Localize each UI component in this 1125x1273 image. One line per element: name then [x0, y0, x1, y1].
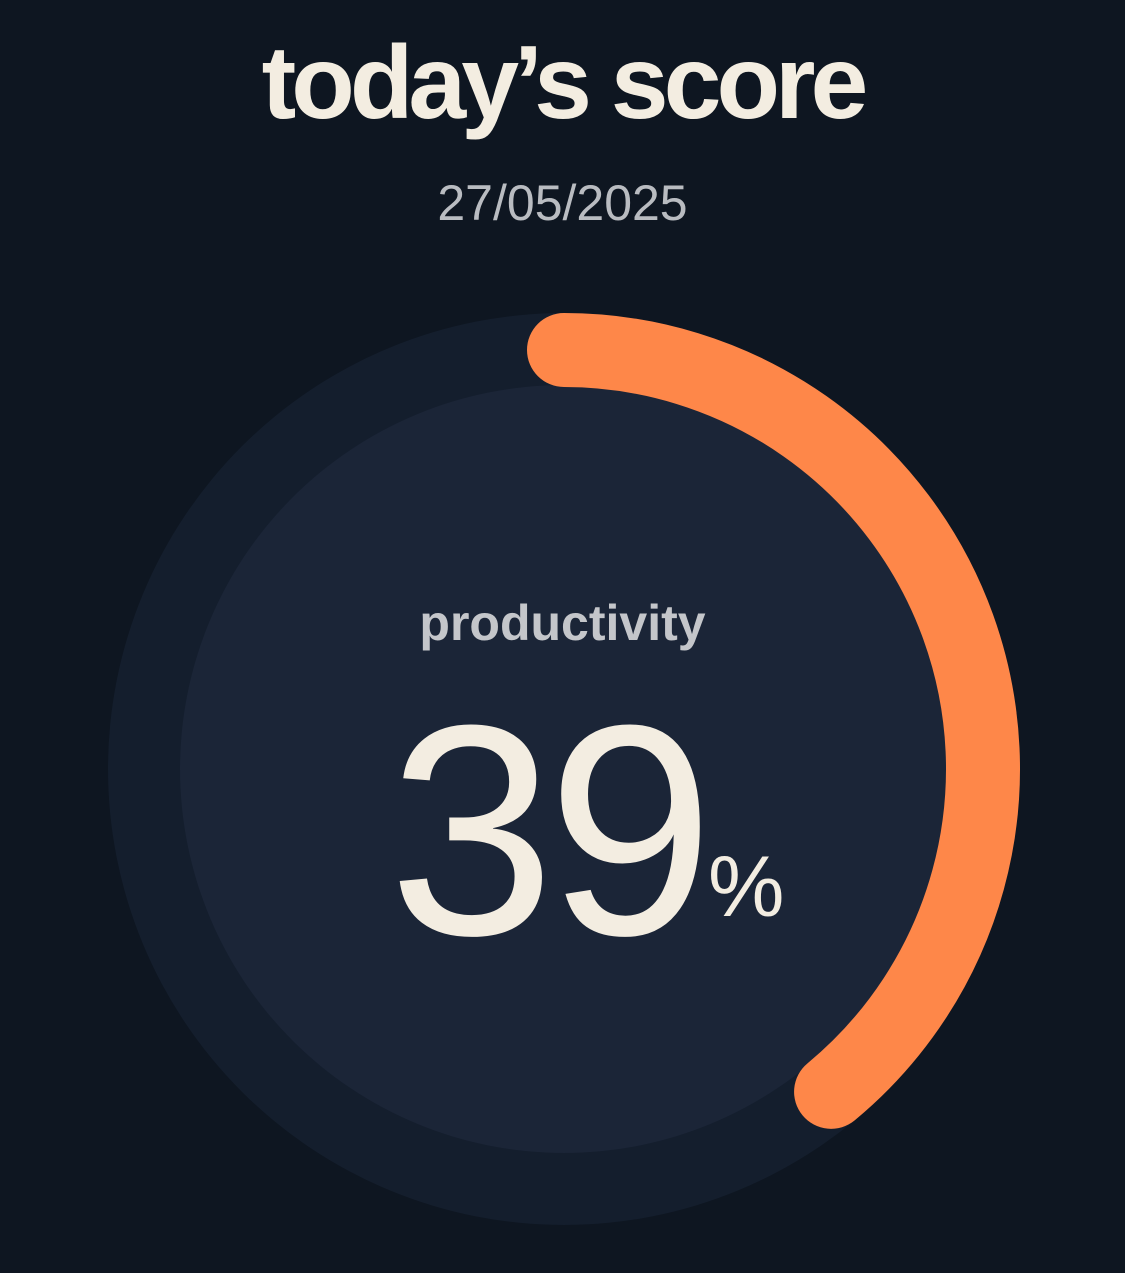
- gauge-value: 39: [388, 662, 714, 998]
- gauge-metric-label: productivity: [419, 595, 706, 651]
- gauge-unit: %: [708, 839, 785, 935]
